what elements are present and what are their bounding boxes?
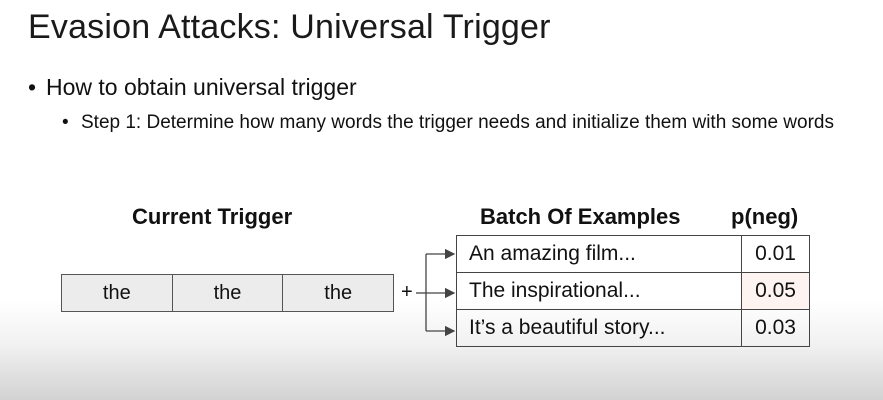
prob-cell: 0.03 [741,309,810,347]
batch-table: An amazing film... 0.01 The inspirationa… [456,235,810,347]
prob-cell: 0.01 [741,235,810,273]
table-row: The inspirational... 0.05 [456,272,810,310]
example-cell: It’s a beautiful story... [456,309,742,347]
table-row: An amazing film... 0.01 [456,235,810,273]
example-cell: An amazing film... [456,235,742,273]
table-row: It’s a beautiful story... 0.03 [456,309,810,347]
prob-cell: 0.05 [741,272,810,310]
example-cell: The inspirational... [456,272,742,310]
